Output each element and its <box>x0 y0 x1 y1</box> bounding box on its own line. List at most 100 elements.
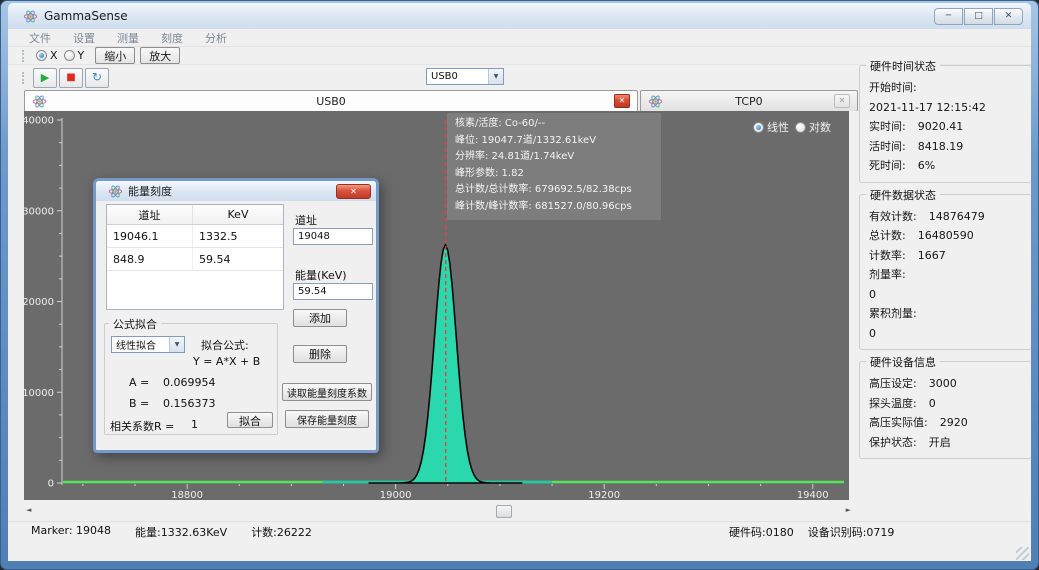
status-row-label: 死时间: <box>869 156 906 176</box>
tab-close-icon[interactable]: ✕ <box>614 94 630 108</box>
scroll-right-icon[interactable]: ► <box>846 506 851 514</box>
stop-acquisition-button[interactable]: ■ <box>59 68 83 88</box>
status-row-label: 剂量率: <box>869 265 906 285</box>
menu-item[interactable]: 设置 <box>62 30 106 46</box>
dialog-title: 能量刻度 <box>128 183 172 199</box>
scale-radio-label: 线性 <box>767 119 789 135</box>
chart-scrollbar[interactable]: ◄ ► <box>24 504 853 519</box>
status-panel-title: 硬件数据状态 <box>866 187 940 203</box>
spectrum-peak[interactable] <box>369 245 523 483</box>
formula-text: Y = A*X + B <box>193 355 260 368</box>
status-row-label: 计数率: <box>869 246 906 266</box>
menu-item[interactable]: 刻度 <box>150 30 194 46</box>
y-tick-label: 0 <box>48 479 54 490</box>
client-area: 文件设置测量刻度分析 XY 缩小 放大 ▶ ■ ↻ USB0 ▼ USB0 ✕ <box>8 29 1031 561</box>
zoom-out-button[interactable]: 缩小 <box>95 47 135 64</box>
read-coefficients-button[interactable]: 读取能量刻度系数 <box>282 383 372 401</box>
channel-input[interactable] <box>293 228 373 245</box>
menu-item[interactable]: 分析 <box>194 30 238 46</box>
peak-info-line: 核素/活度: Co-60/-- <box>455 116 653 133</box>
axis-radio-group: XY <box>36 49 90 62</box>
coefficient-b-label: B = <box>129 397 149 410</box>
status-counts: 计数:26222 <box>251 524 312 540</box>
scale-radio-线性[interactable] <box>753 122 764 133</box>
coefficient-b-value: 0.156373 <box>163 397 216 410</box>
table-cell: 59.54 <box>193 248 283 270</box>
status-row: 总计数:16480590 <box>869 226 1022 246</box>
status-row: 累积剂量: <box>869 304 1022 324</box>
hardware-status-sidebar: 硬件时间状态开始时间:2021-11-17 12:15:42实时间:9020.4… <box>859 65 1031 470</box>
start-acquisition-button[interactable]: ▶ <box>33 68 57 88</box>
status-row: 0 <box>869 285 1022 305</box>
calibration-table-body: 19046.11332.5848.959.54 <box>107 225 283 271</box>
status-row-label: 探头温度: <box>869 394 917 414</box>
resize-grip[interactable] <box>1016 547 1029 560</box>
status-energy: 能量:1332.63KeV <box>135 524 227 540</box>
minimize-button[interactable]: ─ <box>934 8 963 25</box>
y-tick-label: 10000 <box>24 388 54 399</box>
status-row-label: 累积剂量: <box>869 304 917 324</box>
fit-type-select[interactable]: 线性拟合 ▼ <box>111 336 185 353</box>
energy-input[interactable] <box>293 283 373 300</box>
chevron-down-icon: ▼ <box>488 69 503 84</box>
dialog-close-button[interactable]: ✕ <box>336 184 371 199</box>
status-row-value: 2920 <box>940 413 968 433</box>
status-row-value: 8418.19 <box>918 137 964 157</box>
table-row[interactable]: 848.959.54 <box>107 248 283 271</box>
calibration-table-header: 道址 KeV <box>107 205 283 225</box>
menu-item[interactable]: 测量 <box>106 30 150 46</box>
energy-calibration-dialog[interactable]: 能量刻度 ✕ 道址 KeV 19046.11332.5848.959.54 道址… <box>93 178 379 453</box>
tab-label: TCP0 <box>641 95 857 108</box>
peak-info-line: 总计数/总计数率: 679692.5/82.38cps <box>455 182 653 199</box>
title-bar[interactable]: GammaSense ─ □ ✕ <box>8 3 1031 29</box>
status-row: 剂量率: <box>869 265 1022 285</box>
device-select[interactable]: USB0 ▼ <box>426 68 504 85</box>
status-device-id: 设备识别码:0719 <box>808 524 895 540</box>
table-cell: 1332.5 <box>193 225 283 247</box>
dialog-body: 道址 KeV 19046.11332.5848.959.54 道址 能量(KeV… <box>96 201 376 450</box>
channel-field-label: 道址 <box>295 212 317 228</box>
status-left: Marker: 19048 能量:1332.63KeV 计数:26222 <box>8 524 312 540</box>
maximize-button[interactable]: □ <box>964 8 993 25</box>
status-row-value: 3000 <box>929 374 957 394</box>
status-panel-title: 硬件设备信息 <box>866 354 940 370</box>
scale-radio-对数[interactable] <box>795 122 806 133</box>
table-cell: 19046.1 <box>107 225 193 247</box>
window-title: GammaSense <box>44 9 128 23</box>
save-calibration-button[interactable]: 保存能量刻度 <box>285 410 369 428</box>
status-row: 高压设定: 3000 <box>869 374 1022 394</box>
status-row-label: 高压设定: <box>869 374 917 394</box>
status-row: 有效计数:14876479 <box>869 207 1022 227</box>
dialog-title-bar[interactable]: 能量刻度 ✕ <box>96 181 376 201</box>
add-button[interactable]: 添加 <box>293 309 347 327</box>
axis-radio-Y[interactable] <box>64 50 75 61</box>
close-button[interactable]: ✕ <box>994 8 1023 25</box>
menu-item[interactable]: 文件 <box>18 30 62 46</box>
tab-close-icon[interactable]: ✕ <box>834 94 850 108</box>
delete-button[interactable]: 删除 <box>293 345 347 363</box>
scale-radio-group: 线性对数 <box>753 119 837 135</box>
status-hardware-code: 硬件码:0180 <box>729 524 794 540</box>
zoom-in-button[interactable]: 放大 <box>140 47 180 64</box>
app-logo-icon <box>23 9 38 24</box>
scroll-left-icon[interactable]: ◄ <box>26 506 31 514</box>
status-row-label: 实时间: <box>869 117 906 137</box>
status-row: 死时间:6% <box>869 156 1022 176</box>
y-tick-label: 20000 <box>24 297 54 308</box>
calibration-table[interactable]: 道址 KeV 19046.11332.5848.959.54 <box>106 204 284 310</box>
status-row: 开始时间: <box>869 78 1022 98</box>
toolbar-gripper <box>22 72 25 84</box>
status-row-label: 总计数: <box>869 226 906 246</box>
atom-icon <box>648 94 663 109</box>
tab-usb0[interactable]: USB0 ✕ <box>24 90 638 111</box>
fit-group-title: 公式拟合 <box>109 316 161 332</box>
refresh-button[interactable]: ↻ <box>85 68 109 88</box>
scrollbar-thumb[interactable] <box>496 505 512 518</box>
status-row-label: 0 <box>869 285 876 305</box>
toolbar-gripper <box>22 50 25 62</box>
tab-tcp0[interactable]: TCP0 ✕ <box>640 90 858 111</box>
axis-radio-X[interactable] <box>36 50 47 61</box>
table-row[interactable]: 19046.11332.5 <box>107 225 283 248</box>
fit-button[interactable]: 拟合 <box>227 412 273 428</box>
menu-bar: 文件设置测量刻度分析 <box>8 29 1031 47</box>
